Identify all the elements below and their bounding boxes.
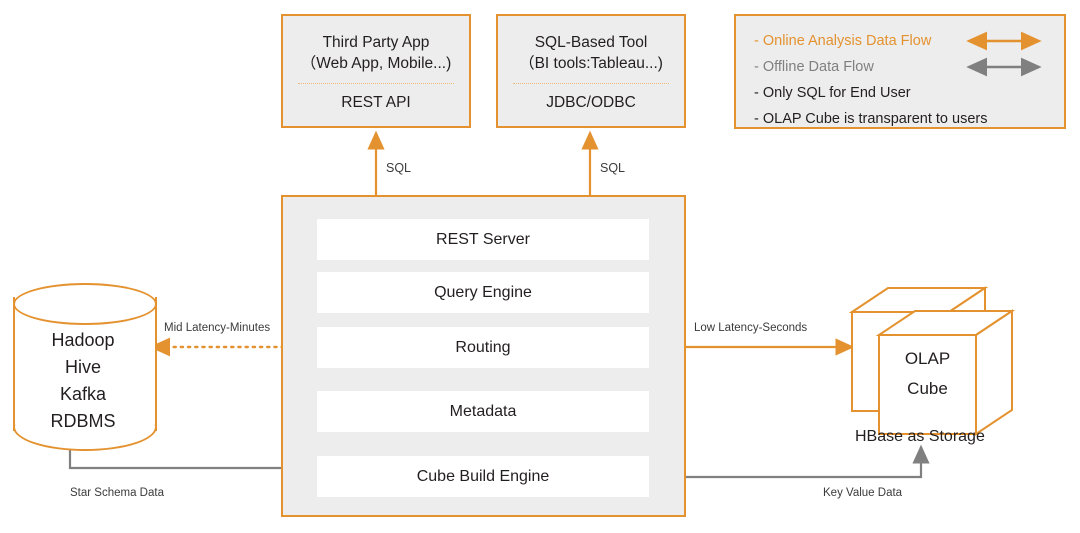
legend-box: - Online Analysis Data Flow - Offline Da… <box>734 14 1066 129</box>
client-box-third-party-app[interactable]: Third Party App （Web App, Mobile...) RES… <box>281 14 471 128</box>
source-line: Kafka <box>59 384 107 404</box>
engine-layer-label: REST Server <box>436 230 530 248</box>
legend-item-olap-transparent: - OLAP Cube is transparent to users <box>754 106 1050 132</box>
legend-label: - Online Analysis Data Flow <box>754 33 932 49</box>
source-line: Hive <box>64 357 101 377</box>
client-divider <box>297 83 455 84</box>
cylinder-text: Hadoop Hive Kafka RDBMS <box>13 327 153 435</box>
storage-caption: HBase as Storage <box>855 428 985 445</box>
client-title-line2: （BI tools:Tableau...) <box>519 55 663 72</box>
source-line: RDBMS <box>50 411 116 431</box>
source-line: Hadoop <box>51 330 115 350</box>
legend-arrow-online-icon <box>966 31 1042 51</box>
legend-item-offline: - Offline Data Flow <box>754 54 1050 80</box>
edge-label-mid-latency: Mid Latency-Minutes <box>164 322 271 334</box>
cylinder-top-ellipse <box>13 283 157 325</box>
edge-label-low-latency: Low Latency-Seconds <box>694 322 808 334</box>
legend-label: - Only SQL for End User <box>754 85 911 101</box>
legend-item-only-sql: - Only SQL for End User <box>754 80 1050 106</box>
client-divider <box>512 83 670 84</box>
cube-line: Cube <box>907 379 948 398</box>
cube-line: OLAP <box>904 349 951 368</box>
client-title-line1: Third Party App <box>322 34 430 51</box>
engine-layer-cube-build-engine[interactable]: Cube Build Engine <box>317 456 649 497</box>
edge-label-key-value: Key Value Data <box>823 487 903 499</box>
legend-label: - Offline Data Flow <box>754 59 874 75</box>
client-title-line2: （Web App, Mobile...) <box>300 55 452 72</box>
edge-key-value <box>648 444 930 479</box>
edge-label-sql-right: SQL <box>600 161 626 175</box>
edge-label-star-schema: Star Schema Data <box>70 487 164 499</box>
edge-label-sql-left: SQL <box>386 161 412 175</box>
engine-layer-label: Cube Build Engine <box>416 467 550 485</box>
engine-layer-query-engine[interactable]: Query Engine <box>317 272 649 313</box>
engine-layer-label: Routing <box>455 338 511 356</box>
client-api-label: JDBC/ODBC <box>546 94 636 111</box>
cube-text: OLAP Cube <box>879 344 976 404</box>
diagram-canvas: Third Party App （Web App, Mobile...) RES… <box>0 0 1080 533</box>
client-api-label: REST API <box>341 94 411 111</box>
client-title-line1: SQL-Based Tool <box>534 34 648 51</box>
client-box-sql-based-tool[interactable]: SQL-Based Tool （BI tools:Tableau...) JDB… <box>496 14 686 128</box>
engine-layer-label: Metadata <box>449 402 517 420</box>
legend-item-online-analysis: - Online Analysis Data Flow <box>754 28 1050 54</box>
engine-layer-label: Query Engine <box>434 283 532 301</box>
legend-label: - OLAP Cube is transparent to users <box>754 111 988 127</box>
engine-layer-routing[interactable]: Routing <box>317 327 649 368</box>
engine-layer-metadata[interactable]: Metadata <box>317 391 649 432</box>
engine-layer-rest-server[interactable]: REST Server <box>317 219 649 260</box>
legend-arrow-offline-icon <box>966 57 1042 77</box>
